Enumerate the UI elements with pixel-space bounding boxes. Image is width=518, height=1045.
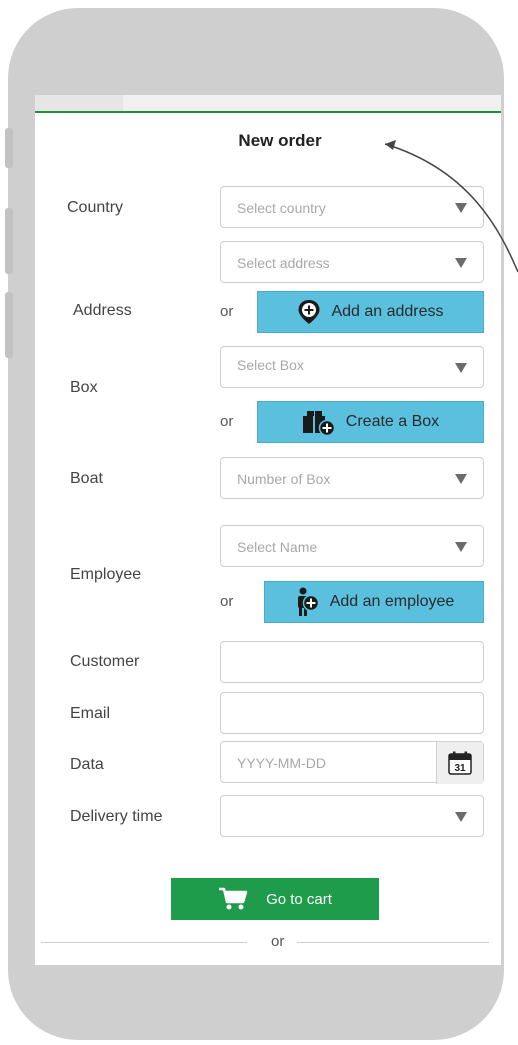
customer-field[interactable] [220, 641, 484, 683]
phone-side-button [5, 292, 13, 358]
country-select[interactable]: Select country [220, 186, 484, 228]
top-tab[interactable] [35, 95, 123, 111]
chevron-down-icon [455, 203, 467, 213]
email-field[interactable] [220, 692, 484, 734]
box-placeholder: Select Box [237, 357, 304, 373]
email-label: Email [70, 705, 111, 722]
create-box-label: Create a Box [345, 413, 440, 430]
delivery-time-label: Delivery time [70, 808, 163, 825]
box-label: Box [70, 379, 98, 396]
create-box-button[interactable]: Create a Box [257, 401, 484, 443]
top-bar [35, 95, 501, 111]
phone-screen: New order Country Select country Select … [35, 95, 501, 965]
chevron-down-icon [455, 474, 467, 484]
address-select[interactable]: Select address [220, 241, 484, 283]
boat-label: Boat [70, 470, 103, 487]
date-placeholder: YYYY-MM-DD [237, 755, 326, 771]
calendar-day: 31 [454, 763, 466, 774]
add-employee-button[interactable]: Add an employee [264, 581, 484, 623]
delivery-time-select[interactable] [220, 795, 484, 837]
chevron-down-icon [455, 363, 467, 373]
employee-or: or [220, 593, 234, 610]
add-employee-label: Add an employee [329, 593, 455, 610]
country-label: Country [67, 199, 124, 216]
employee-label: Employee [70, 566, 142, 583]
go-to-cart-button[interactable]: Go to cart [171, 878, 379, 920]
calendar-button[interactable]: 31 [436, 742, 483, 784]
calendar-icon: 31 [448, 751, 472, 775]
person-plus-icon [297, 587, 319, 616]
box-plus-icon [302, 411, 336, 436]
boat-select[interactable]: Number of Box [220, 457, 484, 499]
shopping-cart-icon [219, 887, 248, 910]
date-field[interactable]: YYYY-MM-DD 31 [220, 741, 484, 784]
chevron-down-icon [455, 812, 467, 822]
data-label: Data [70, 756, 104, 773]
divider-or: or [271, 933, 285, 950]
employee-placeholder: Select Name [237, 539, 318, 555]
divider-line [41, 942, 247, 943]
chevron-down-icon [455, 258, 467, 268]
phone-side-button [5, 208, 13, 274]
boat-placeholder: Number of Box [237, 471, 331, 487]
address-placeholder: Select address [237, 255, 330, 271]
country-placeholder: Select country [237, 200, 326, 216]
add-address-label: Add an address [331, 303, 444, 320]
address-label: Address [73, 302, 132, 319]
phone-side-button [5, 128, 13, 168]
page-title: New order [238, 131, 322, 150]
go-to-cart-label: Go to cart [266, 890, 332, 908]
add-address-button[interactable]: Add an address [257, 291, 484, 333]
divider-line [297, 942, 489, 943]
customer-label: Customer [70, 653, 140, 670]
box-or: or [220, 413, 234, 430]
box-select[interactable]: Select Box [220, 346, 484, 388]
chevron-down-icon [455, 542, 467, 552]
map-pin-plus-icon [298, 300, 320, 324]
accent-line [35, 111, 501, 113]
employee-select[interactable]: Select Name [220, 525, 484, 567]
address-or: or [220, 303, 234, 320]
